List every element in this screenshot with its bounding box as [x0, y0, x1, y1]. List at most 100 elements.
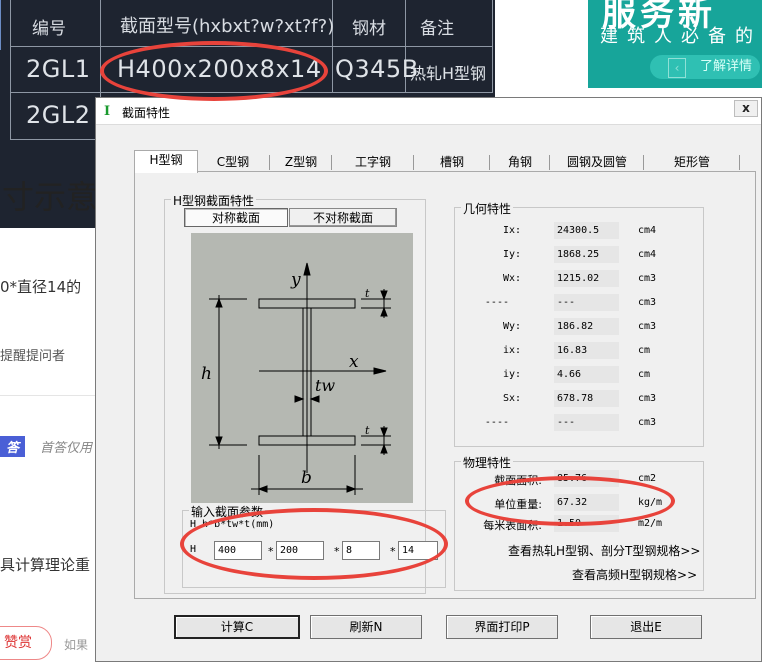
cad-header-id: 编号	[32, 19, 66, 39]
physical-value: 1.50	[554, 515, 619, 532]
close-button[interactable]: x	[734, 100, 758, 117]
geo-value: 1868.25	[554, 246, 619, 263]
tab-label: 角钢	[507, 155, 532, 169]
h-dimension-label: h	[201, 364, 212, 384]
cad-grid-line	[10, 139, 100, 140]
h-label: H	[190, 544, 197, 555]
cad-grid-line	[10, 0, 11, 140]
reward-button[interactable]: 赞赏	[0, 626, 52, 660]
cad-header-section: 截面型号(hxbxt?w?xt?f?)	[120, 16, 335, 37]
physical-name: 截面面积:	[494, 474, 542, 487]
tab-rect-pipe[interactable]: 矩形管	[644, 153, 740, 171]
physical-name: 单位重量:	[494, 498, 542, 511]
geo-name: Wx:	[502, 273, 521, 284]
geo-name: Iy:	[502, 249, 521, 260]
tab-round-pipe[interactable]: 圆钢及圆管	[550, 153, 644, 171]
answer-note: 首答仅用	[40, 441, 93, 456]
geo-unit: cm3	[638, 321, 657, 332]
cad-header-material: 钢材	[352, 19, 386, 39]
geo-unit: cm	[638, 345, 651, 356]
tab-label: 槽钢	[439, 155, 464, 169]
print-button[interactable]: 界面打印P	[446, 615, 558, 639]
tab-i-beam[interactable]: 工字钢	[332, 153, 414, 171]
symmetric-section-button[interactable]: 对称截面	[184, 208, 288, 227]
cad-grid-line	[10, 92, 493, 93]
geo-name: Wy:	[502, 321, 521, 332]
group-label: 几何特性	[461, 200, 514, 217]
physical-value: 67.32	[554, 494, 619, 511]
ad-more-button[interactable]: 了解详情	[650, 55, 760, 79]
geo-value: 4.66	[554, 366, 619, 383]
title-bar[interactable]: I 截面特性 x	[96, 98, 761, 125]
geo-value: 16.83	[554, 342, 619, 359]
geo-value: 24300.5	[554, 222, 619, 239]
geo-unit: cm	[638, 369, 651, 380]
physical-name: 每米表面积:	[483, 519, 542, 532]
physical-unit: m2/m	[638, 518, 663, 529]
geo-unit: cm3	[638, 297, 657, 308]
geo-name: Sx:	[502, 393, 521, 404]
section-properties-dialog: I 截面特性 x H型钢 C型钢 Z型钢 工字钢 槽钢 角钢 圆钢及圆管 矩形管…	[95, 97, 762, 662]
tab-label: C型钢	[216, 155, 250, 169]
group-label: 物理特性	[461, 454, 514, 471]
exit-button[interactable]: 退出E	[590, 615, 702, 639]
tab-label: 圆钢及圆管	[566, 155, 627, 169]
geo-unit: cm3	[638, 417, 657, 428]
page-answer-text: 具计算理论重	[0, 556, 91, 574]
geo-unit: cm4	[638, 225, 657, 236]
b-dimension-label: b	[301, 468, 312, 488]
high-freq-spec-link[interactable]: 查看高频H型钢规格>>	[572, 566, 697, 583]
h-section-drawing: y x h b tw t t	[201, 262, 391, 495]
app-i-beam-icon: I	[104, 104, 111, 119]
multiply-sign: *	[268, 545, 274, 558]
tab-z-steel[interactable]: Z型钢	[270, 153, 332, 171]
geo-value: ---	[554, 414, 619, 431]
t-top-label: t	[365, 287, 370, 300]
geo-value: 1215.02	[554, 270, 619, 287]
t-input[interactable]	[398, 541, 438, 560]
group-label: H型钢截面特性	[171, 192, 257, 209]
geo-name: ix:	[502, 345, 521, 356]
geo-unit: cm3	[638, 273, 657, 284]
tab-h-steel[interactable]: H型钢	[134, 150, 198, 173]
multiply-sign: *	[334, 545, 340, 558]
remind-asker-link[interactable]: 提醒提问者	[0, 345, 65, 364]
geo-name: ----	[484, 297, 509, 308]
refresh-button[interactable]: 刷新N	[310, 615, 422, 639]
y-axis-label: y	[290, 270, 301, 290]
physical-unit: kg/m	[638, 497, 663, 508]
multiply-sign: *	[390, 545, 396, 558]
geo-unit: cm3	[638, 393, 657, 404]
tab-channel[interactable]: 槽钢	[414, 153, 490, 171]
b-input[interactable]	[276, 541, 324, 560]
tw-dimension-label: tw	[315, 376, 335, 395]
x-axis-label: x	[349, 352, 359, 372]
geo-unit: cm4	[638, 249, 657, 260]
asymmetric-section-button[interactable]: 不对称截面	[289, 208, 397, 227]
t-bottom-label: t	[365, 424, 370, 437]
physical-value: 85.76	[554, 470, 619, 487]
tab-label: H型钢	[149, 153, 183, 167]
hot-rolled-spec-link[interactable]: 查看热轧H型钢、剖分T型钢规格>>	[508, 542, 700, 559]
ad-banner[interactable]: 服务新 建筑人必备的 了解详情 ‹	[588, 0, 762, 88]
calculate-button[interactable]: 计算C	[174, 615, 300, 639]
geo-name: Ix:	[502, 225, 521, 236]
tab-angle[interactable]: 角钢	[490, 153, 550, 171]
cad-row-section: H400x200x8x14	[117, 55, 322, 83]
page-footer-text: 如果	[64, 638, 89, 652]
geo-name: iy:	[502, 369, 521, 380]
cad-row-material: Q345B	[335, 55, 419, 83]
physical-unit: cm2	[638, 473, 657, 484]
geo-value: 186.82	[554, 318, 619, 335]
divider	[0, 395, 95, 396]
ad-subtitle: 建筑人必备的	[600, 26, 762, 47]
h-input[interactable]	[214, 541, 262, 560]
geo-name: ----	[484, 417, 509, 428]
tab-separator	[739, 155, 740, 170]
cad-header-note: 备注	[420, 19, 454, 39]
window-title: 截面特性	[122, 106, 171, 120]
tw-input[interactable]	[342, 541, 380, 560]
chevron-left-icon[interactable]: ‹	[668, 58, 686, 78]
tab-c-steel[interactable]: C型钢	[196, 153, 270, 171]
cad-grid-line	[10, 46, 493, 47]
